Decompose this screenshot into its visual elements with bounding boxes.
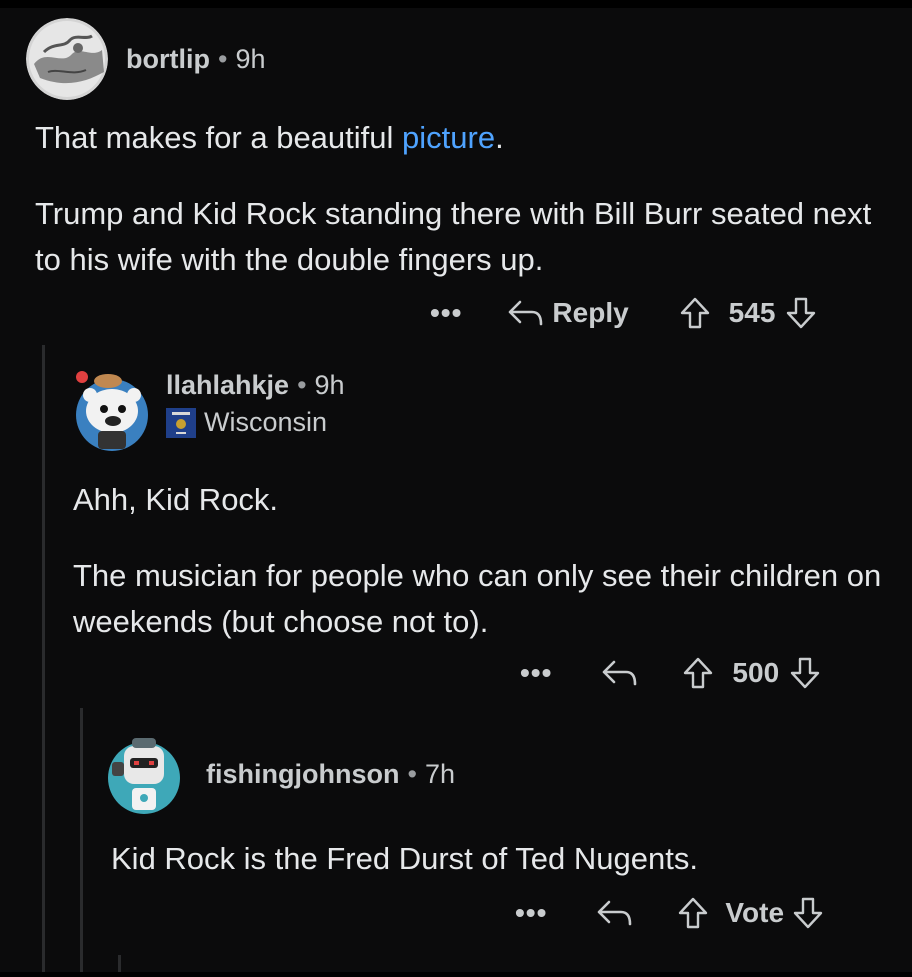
reply-arrow-icon: [603, 660, 637, 686]
reply-label: Reply: [552, 297, 629, 328]
username[interactable]: bortlip: [126, 44, 210, 75]
upvote-arrow-icon: [680, 297, 709, 329]
reply-button[interactable]: [595, 898, 633, 928]
downvote-arrow-icon: [790, 657, 820, 689]
vote-label: Vote: [725, 897, 785, 928]
comment-text-paragraph-1: Ahh, Kid Rock.: [73, 482, 279, 517]
comment-text-paragraph-2: Trump and Kid Rock standing there with B…: [35, 196, 872, 277]
user-avatar[interactable]: [72, 365, 154, 457]
comment-text-line-1: That makes for a beautiful picture.: [35, 120, 504, 155]
username[interactable]: fishingjohnson: [206, 759, 399, 790]
downvote-arrow-icon: [793, 897, 823, 929]
snoo-avatar-icon: [76, 371, 148, 451]
upvote-arrow-icon: [684, 657, 713, 689]
user-flair: Wisconsin: [166, 407, 345, 438]
timestamp: 9h: [235, 43, 266, 74]
timestamp: 9h: [314, 370, 345, 400]
top-frame-border: [0, 0, 912, 8]
avatar-image-icon: [26, 18, 108, 100]
reply-button[interactable]: [600, 658, 638, 688]
wisconsin-flag-icon: [166, 407, 196, 438]
bottom-frame-border: [0, 972, 912, 977]
separator-dot: •: [297, 370, 307, 400]
downvote-button[interactable]: [785, 296, 817, 330]
thread-line-level-2[interactable]: [80, 708, 83, 976]
upvote-button[interactable]: [682, 656, 714, 690]
upvote-button[interactable]: [677, 896, 709, 930]
more-options-icon[interactable]: •••: [430, 297, 462, 329]
picture-link[interactable]: picture: [402, 120, 495, 155]
user-avatar[interactable]: [26, 18, 108, 100]
flair-text: Wisconsin: [204, 407, 328, 437]
upvote-button[interactable]: [679, 296, 711, 330]
separator-dot: •: [407, 758, 417, 789]
vote-count: 500: [732, 657, 780, 688]
more-options-icon[interactable]: •••: [515, 897, 547, 929]
username[interactable]: llahlahkje: [166, 370, 289, 401]
reply-button[interactable]: Reply: [506, 297, 629, 329]
vote-count: 545: [728, 297, 776, 328]
comment-text-paragraph-2: The musician for people who can only see…: [73, 558, 882, 639]
timestamp: 7h: [424, 758, 455, 789]
downvote-button[interactable]: [789, 656, 821, 690]
upvote-arrow-icon: [679, 897, 708, 929]
user-avatar[interactable]: [104, 728, 186, 820]
reply-arrow-icon: [598, 900, 632, 926]
separator-dot: •: [217, 43, 228, 74]
thread-line-level-1[interactable]: [42, 345, 45, 975]
comment-text-paragraph-1: Kid Rock is the Fred Durst of Ted Nugent…: [111, 841, 698, 876]
reply-arrow-icon: [509, 300, 543, 326]
downvote-button[interactable]: [792, 896, 824, 930]
more-options-icon[interactable]: •••: [520, 657, 552, 689]
downvote-arrow-icon: [787, 297, 816, 329]
robot-snoo-avatar-icon: [108, 738, 180, 814]
